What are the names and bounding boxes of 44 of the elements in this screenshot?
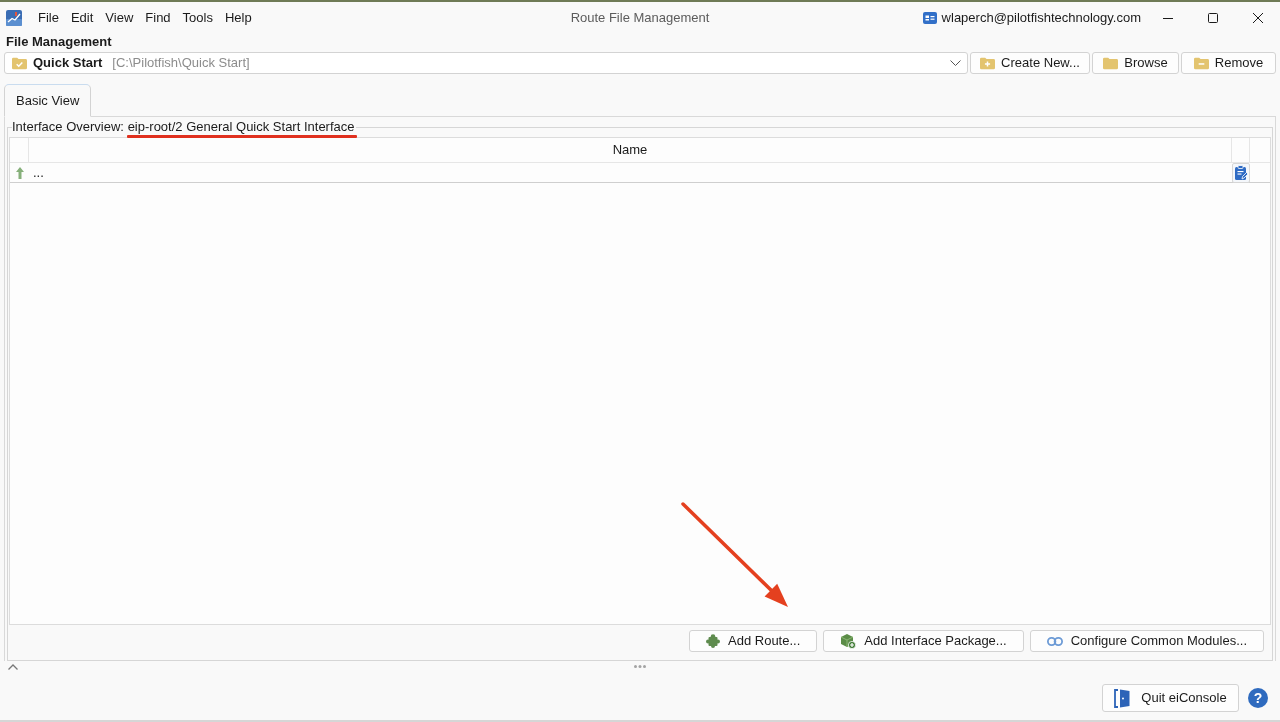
add-interface-package-button[interactable]: Add Interface Package...	[823, 630, 1024, 652]
folder-minus-icon	[1193, 56, 1209, 70]
app-icon	[6, 10, 22, 26]
browse-button[interactable]: Browse	[1092, 52, 1179, 74]
clipboard-edit-icon	[1234, 165, 1248, 181]
menu-item[interactable]: Find	[139, 6, 177, 30]
drag-handle-icon[interactable]	[634, 665, 646, 668]
menu-item[interactable]: Tools	[176, 6, 219, 30]
selected-file-name: Quick Start	[33, 54, 103, 73]
overview-label: Interface Overview:	[12, 119, 124, 134]
arrow-up-icon	[15, 166, 24, 179]
tab[interactable]: Basic View	[4, 84, 92, 117]
folder-check-icon	[12, 56, 27, 70]
folder-plus-icon	[980, 56, 996, 70]
configure-common-modules-button[interactable]: Configure Common Modules...	[1029, 630, 1264, 652]
help-button[interactable]: ?	[1248, 688, 1268, 708]
folder-icon	[1103, 56, 1119, 70]
add-route-button[interactable]: Add Route...	[689, 630, 818, 652]
minimize-icon	[1162, 17, 1173, 19]
remove-button[interactable]: Remove	[1181, 52, 1276, 74]
create-new-button[interactable]: Create New...	[970, 52, 1090, 74]
door-icon	[1114, 688, 1131, 708]
section-heading: File Management	[6, 34, 112, 50]
puzzle-piece-icon	[706, 634, 721, 648]
column-header[interactable]: Name	[29, 138, 1232, 162]
quit-button[interactable]: Quit eiConsole	[1102, 684, 1239, 712]
chevron-down-icon	[950, 60, 961, 66]
file-path: [C:\Pilotfish\Quick Start]	[112, 54, 250, 73]
close-icon	[1252, 13, 1263, 23]
interface-name: eip-root/2 General Quick Start Interface	[127, 119, 355, 134]
contact-card-icon	[922, 12, 937, 24]
link-icon	[1046, 636, 1063, 646]
menu-item[interactable]: Help	[218, 6, 258, 30]
chevron-up-icon[interactable]	[8, 663, 18, 670]
menu-item[interactable]: File	[32, 6, 65, 30]
maximize-icon	[1207, 13, 1218, 23]
account-email: wlaperch@pilotfishtechnology.com	[941, 9, 1141, 28]
edit-button[interactable]	[1232, 163, 1250, 183]
file-dropdown[interactable]: Quick Start [C:\Pilotfish\Quick Start]	[4, 52, 968, 74]
table-cell[interactable]: ...	[29, 163, 1232, 183]
window-title: Route File Management	[570, 9, 710, 28]
package-icon	[840, 633, 857, 649]
menu-item[interactable]: Edit	[64, 6, 100, 30]
menu-item[interactable]: View	[99, 6, 140, 30]
